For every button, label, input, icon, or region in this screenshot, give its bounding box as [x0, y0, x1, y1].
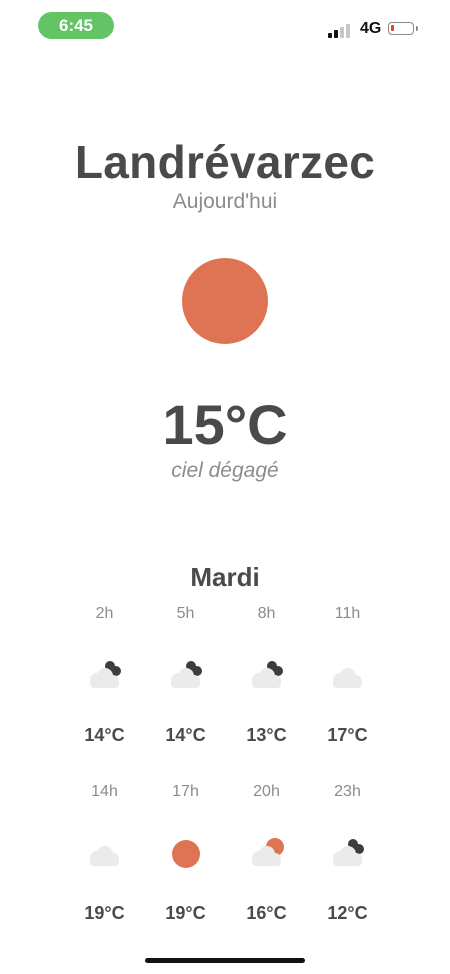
sun-icon	[165, 835, 207, 869]
forecast-hour: 8h	[257, 605, 276, 622]
city-name: Landrévarzec	[74, 136, 376, 188]
sun-cloud-icon	[246, 835, 288, 869]
forecast-hour: 14h	[91, 783, 118, 800]
hourly-forecast: 2h 14°C 5h 14°C 8h 13°C 11h 17°C 14h 19°…	[64, 605, 388, 961]
forecast-slot: 20h 16°C	[226, 783, 307, 961]
forecast-temp: 17°C	[327, 725, 368, 745]
status-bar: 6:45 4G	[0, 0, 450, 50]
network-type: 4G	[360, 20, 382, 37]
forecast-hour: 11h	[334, 605, 361, 622]
forecast-temp: 14°C	[84, 725, 125, 745]
cloud-icon	[327, 657, 369, 691]
sun-icon	[182, 258, 268, 344]
forecast-slot: 23h 12°C	[307, 783, 388, 961]
forecast-hour: 20h	[253, 783, 280, 800]
battery-icon	[388, 22, 418, 35]
cloud-night-icon	[327, 835, 369, 869]
forecast-hour: 23h	[334, 783, 361, 800]
signal-icon	[328, 22, 354, 38]
forecast-temp: 19°C	[84, 903, 125, 923]
day-label: Aujourd'hui	[172, 190, 278, 213]
forecast-slot: 11h 17°C	[307, 605, 388, 783]
forecast-temp: 16°C	[246, 903, 287, 923]
current-condition: ciel dégagé	[171, 459, 279, 482]
current-temperature: 15°C	[162, 393, 288, 456]
forecast-temp: 14°C	[165, 725, 206, 745]
cloud-icon	[84, 835, 126, 869]
forecast-slot: 5h 14°C	[145, 605, 226, 783]
forecast-slot: 17h 19°C	[145, 783, 226, 961]
forecast-hour: 2h	[95, 605, 114, 622]
forecast-slot: 14h 19°C	[64, 783, 145, 961]
forecast-slot: 2h 14°C	[64, 605, 145, 783]
forecast-temp: 13°C	[246, 725, 287, 745]
forecast-temp: 12°C	[327, 903, 368, 923]
cloud-night-icon	[165, 657, 207, 691]
cloud-night-icon	[246, 657, 288, 691]
forecast-hour: 17h	[172, 783, 199, 800]
home-indicator[interactable]	[145, 958, 305, 963]
forecast-temp: 19°C	[165, 903, 206, 923]
forecast-slot: 8h 13°C	[226, 605, 307, 783]
forecast-day: Mardi	[190, 562, 260, 592]
forecast-hour: 5h	[176, 605, 195, 622]
cloud-night-icon	[84, 657, 126, 691]
status-time[interactable]: 6:45	[38, 12, 114, 39]
